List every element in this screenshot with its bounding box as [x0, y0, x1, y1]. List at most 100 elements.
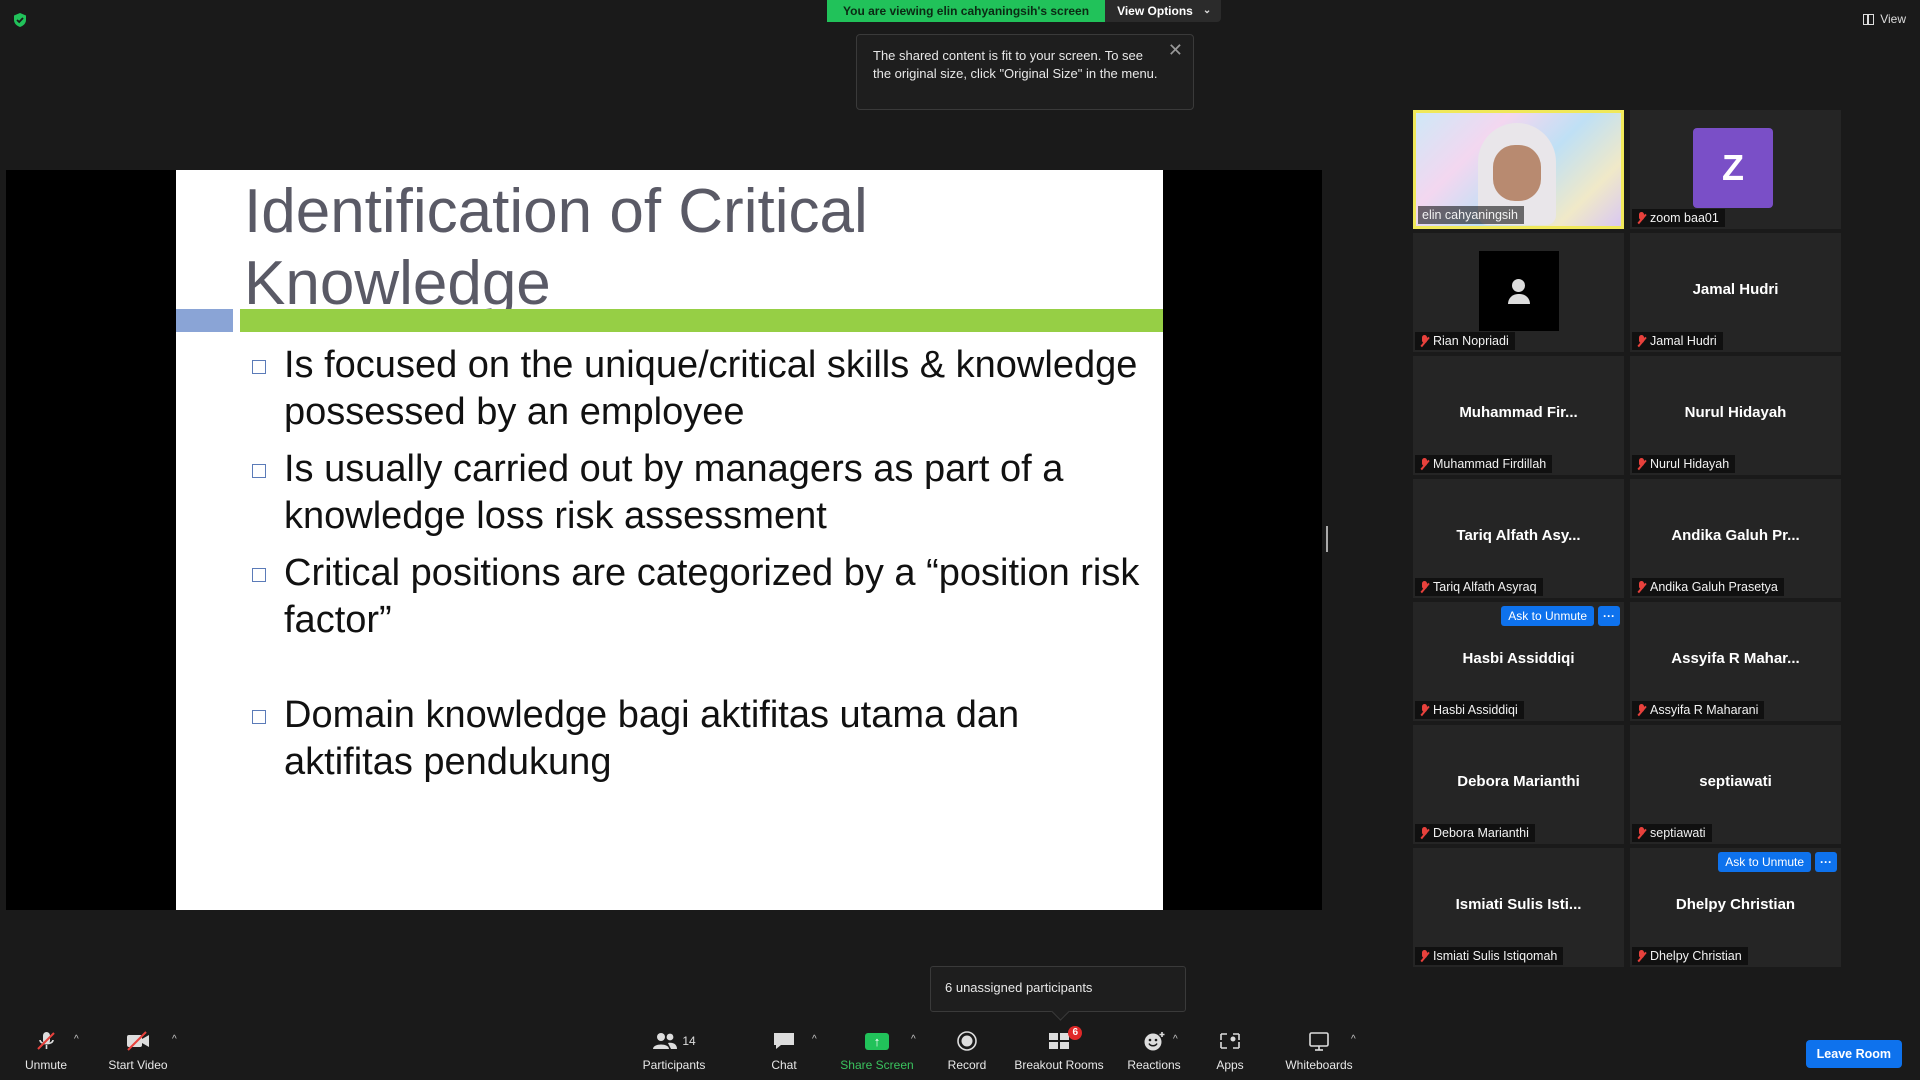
share-options-caret-icon[interactable]: ^ — [911, 1034, 916, 1045]
participant-tile[interactable]: septiawati septiawati — [1630, 725, 1841, 844]
shared-content-tooltip: The shared content is fit to your screen… — [856, 34, 1194, 110]
participant-name: elin cahyaningsih — [1422, 208, 1518, 222]
whiteboard-icon — [1282, 1028, 1356, 1054]
breakout-rooms-button[interactable]: 6 Breakout Rooms — [1014, 1026, 1104, 1072]
bullet-text: Critical positions are categorized by a … — [284, 552, 1140, 641]
slide-accent-bar-green — [240, 309, 1163, 332]
close-icon[interactable]: ✕ — [1168, 41, 1183, 59]
mic-muted-icon — [1419, 949, 1429, 963]
mic-muted-icon — [1636, 457, 1646, 471]
participant-name: Rian Nopriadi — [1433, 334, 1509, 348]
start-video-button[interactable]: Start Video — [106, 1028, 170, 1072]
bullet-square-icon — [252, 360, 266, 374]
slide-bullet: Is usually carried out by managers as pa… — [252, 446, 1152, 540]
participant-name: Hasbi Assiddiqi — [1433, 703, 1518, 717]
participant-display-name: Nurul Hidayah — [1684, 404, 1787, 421]
avatar: Z — [1693, 128, 1773, 208]
participants-count: 14 — [682, 1034, 696, 1048]
bullet-square-icon — [252, 710, 266, 724]
participant-name: Debora Marianthi — [1433, 826, 1529, 840]
mic-muted-icon — [1419, 826, 1429, 840]
reactions-options-caret-icon[interactable]: ^ — [1173, 1034, 1178, 1045]
share-screen-icon: ↑ — [840, 1028, 914, 1054]
breakout-count-badge: 6 — [1068, 1026, 1082, 1040]
mic-muted-icon — [1636, 949, 1646, 963]
participant-tile[interactable]: Rian Nopriadi — [1413, 233, 1624, 352]
participant-name-label: Nurul Hidayah — [1632, 455, 1736, 473]
participant-name-label: Jamal Hudri — [1632, 332, 1723, 350]
view-grid-icon — [1863, 13, 1875, 25]
participant-display-name: Hasbi Assiddiqi — [1462, 650, 1575, 667]
participant-name-label: Debora Marianthi — [1415, 824, 1535, 842]
participant-display-name: Tariq Alfath Asy... — [1456, 527, 1581, 544]
whiteboards-label: Whiteboards — [1285, 1058, 1353, 1072]
participants-button[interactable]: 14 Participants — [642, 1028, 706, 1072]
breakout-rooms-icon: 6 — [1014, 1026, 1104, 1054]
whiteboards-button[interactable]: Whiteboards — [1282, 1028, 1356, 1072]
view-button[interactable]: View — [1863, 12, 1906, 26]
video-off-icon — [106, 1028, 170, 1054]
mic-muted-icon — [1636, 826, 1646, 840]
participant-name: Ismiati Sulis Istiqomah — [1433, 949, 1558, 963]
chevron-down-icon: ⌄ — [1202, 5, 1212, 16]
reactions-label: Reactions — [1127, 1058, 1181, 1072]
tooltip-text: The shared content is fit to your screen… — [873, 48, 1158, 81]
slide-title: Identification of Critical Knowledge — [244, 177, 868, 318]
participant-name-label: Hasbi Assiddiqi — [1415, 701, 1524, 719]
chat-options-caret-icon[interactable]: ^ — [812, 1034, 817, 1045]
ask-to-unmute-button[interactable]: Ask to Unmute — [1718, 852, 1811, 872]
chat-label: Chat — [771, 1058, 797, 1072]
mic-off-icon — [20, 1028, 72, 1054]
participant-display-name: Jamal Hudri — [1692, 281, 1779, 298]
participant-name-label: Tariq Alfath Asyraq — [1415, 578, 1543, 596]
participant-tile[interactable]: Z zoom baa01 — [1630, 110, 1841, 229]
participant-tile[interactable]: Nurul Hidayah Nurul Hidayah — [1630, 356, 1841, 475]
meeting-toolbar: Unmute ^ Start Video ^ 14 Participants C… — [0, 1022, 1920, 1080]
participant-tile[interactable]: Andika Galuh Pr... Andika Galuh Prasetya — [1630, 479, 1841, 598]
mic-muted-icon — [1419, 334, 1429, 348]
person-icon — [1512, 279, 1525, 292]
share-screen-button[interactable]: ↑ Share Screen — [840, 1028, 914, 1072]
avatar — [1479, 251, 1559, 331]
apps-button[interactable]: Apps — [1212, 1028, 1248, 1072]
chat-button[interactable]: Chat — [766, 1028, 802, 1072]
participant-tile[interactable]: Ask to Unmute ··· Hasbi Assiddiqi Hasbi … — [1413, 602, 1624, 721]
participant-tile[interactable]: Jamal Hudri Jamal Hudri — [1630, 233, 1841, 352]
view-label: View — [1880, 12, 1906, 26]
participant-tile[interactable]: Ismiati Sulis Isti... Ismiati Sulis Isti… — [1413, 848, 1624, 967]
record-button[interactable]: Record — [944, 1028, 990, 1072]
participant-tile[interactable]: Debora Marianthi Debora Marianthi — [1413, 725, 1624, 844]
participant-tile[interactable]: Muhammad Fir... Muhammad Firdillah — [1413, 356, 1624, 475]
participant-name: Assyifa R Maharani — [1650, 703, 1759, 717]
participant-tile[interactable]: Assyifa R Mahar... Assyifa R Maharani — [1630, 602, 1841, 721]
whiteboards-options-caret-icon[interactable]: ^ — [1351, 1034, 1356, 1045]
leave-room-button[interactable]: Leave Room — [1805, 1040, 1902, 1068]
bullet-square-icon — [252, 464, 266, 478]
share-screen-label: Share Screen — [840, 1058, 914, 1072]
unmute-button[interactable]: Unmute — [20, 1028, 72, 1072]
mic-muted-icon — [1419, 703, 1429, 717]
participant-tile[interactable]: elin cahyaningsih — [1413, 110, 1624, 229]
participant-name: Tariq Alfath Asyraq — [1433, 580, 1537, 594]
unassigned-participants-toast[interactable]: 6 unassigned participants — [930, 966, 1186, 1012]
slide-bullet: Domain knowledge bagi aktifitas utama da… — [252, 692, 1152, 786]
participant-tile[interactable]: Ask to Unmute ··· Dhelpy Christian Dhelp… — [1630, 848, 1841, 967]
audio-options-caret-icon[interactable]: ^ — [74, 1034, 79, 1045]
ask-to-unmute-button[interactable]: Ask to Unmute — [1501, 606, 1594, 626]
participant-name-label: Andika Galuh Prasetya — [1632, 578, 1784, 596]
more-options-button[interactable]: ··· — [1815, 852, 1837, 872]
bullet-square-icon — [252, 568, 266, 582]
more-options-button[interactable]: ··· — [1598, 606, 1620, 626]
slide-bullet-list: Is focused on the unique/critical skills… — [252, 342, 1152, 796]
participant-name: zoom baa01 — [1650, 211, 1719, 225]
apps-label: Apps — [1216, 1058, 1244, 1072]
participant-name: Dhelpy Christian — [1650, 949, 1742, 963]
participant-tile[interactable]: Tariq Alfath Asy... Tariq Alfath Asyraq — [1413, 479, 1624, 598]
video-options-caret-icon[interactable]: ^ — [172, 1034, 177, 1045]
participant-display-name: Andika Galuh Pr... — [1671, 527, 1800, 544]
security-shield-icon[interactable] — [12, 12, 28, 28]
view-options-button[interactable]: View Options ⌄ — [1105, 0, 1222, 22]
splitter-handle[interactable] — [1326, 526, 1328, 552]
bullet-text: Is focused on the unique/critical skills… — [284, 344, 1138, 433]
person-icon-body — [1508, 294, 1530, 304]
